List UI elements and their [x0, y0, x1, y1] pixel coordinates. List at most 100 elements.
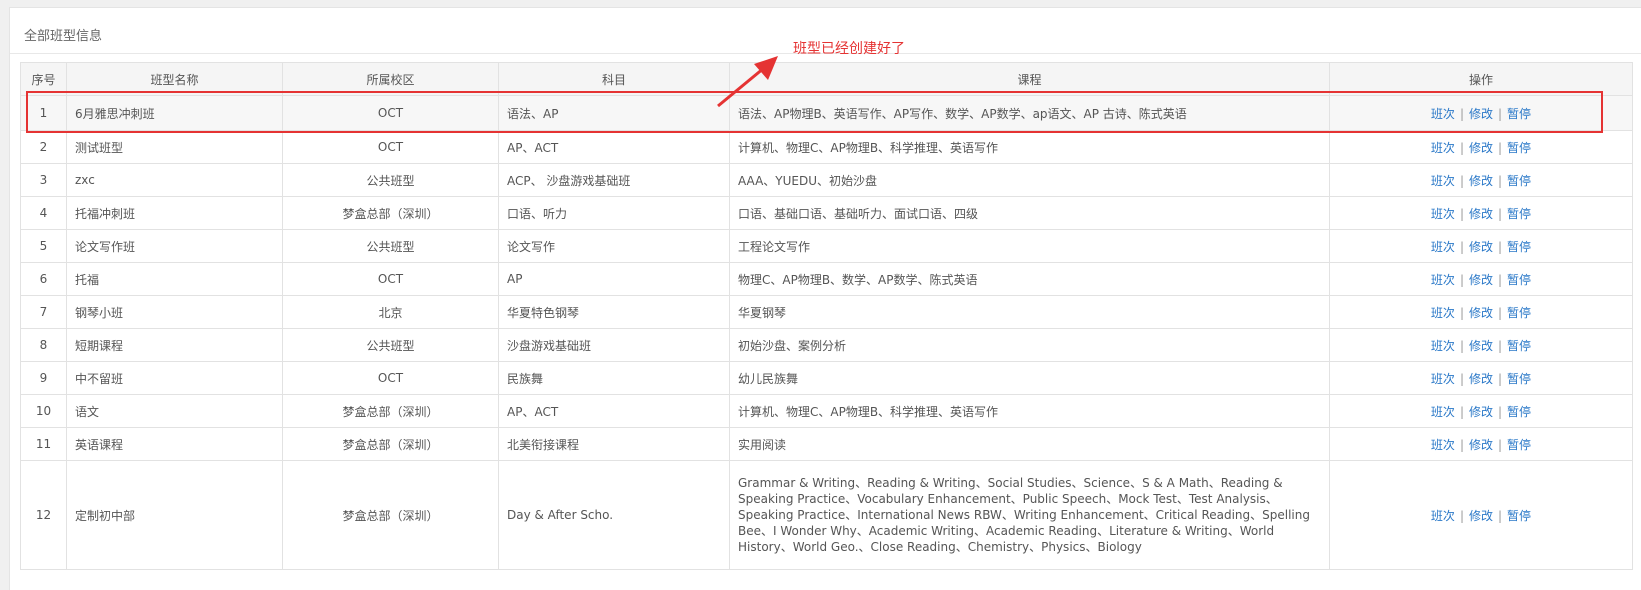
cell-subject: 论文写作: [498, 229, 730, 263]
cell-no: 1: [20, 95, 67, 131]
cell-ops: 班次 | 修改 | 暂停: [1329, 262, 1633, 296]
pause-link[interactable]: 暂停: [1507, 438, 1531, 452]
sessions-link[interactable]: 班次: [1431, 240, 1455, 254]
class-type-table: 序号 班型名称 所属校区 科目 课程 操作 1 6月雅思冲刺班 OCT 语法、AP 语法…: [20, 62, 1633, 570]
op-separator: |: [1498, 106, 1503, 121]
edit-link[interactable]: 修改: [1469, 273, 1493, 287]
edit-link[interactable]: 修改: [1469, 405, 1493, 419]
pause-link[interactable]: 暂停: [1507, 141, 1531, 155]
cell-ops: 班次 | 修改 | 暂停: [1329, 460, 1633, 570]
header-campus: 所属校区: [282, 62, 499, 96]
sessions-link[interactable]: 班次: [1431, 141, 1455, 155]
cell-campus: OCT: [282, 262, 499, 296]
pause-link[interactable]: 暂停: [1507, 207, 1531, 221]
cell-course: 计算机、物理C、AP物理B、科学推理、英语写作: [729, 130, 1330, 164]
table-row: 4 托福冲刺班 梦盒总部（深圳） 口语、听力 口语、基础口语、基础听力、面试口语、四级班…: [20, 196, 1633, 230]
cell-ops: 班次 | 修改 | 暂停: [1329, 295, 1633, 329]
cell-name: 论文写作班: [66, 229, 283, 263]
table-row: 2 测试班型 OCT AP、ACT 计算机、物理C、AP物理B、科学推理、英语写作 班次 |…: [20, 130, 1633, 164]
cell-ops: 班次 | 修改 | 暂停: [1329, 394, 1633, 428]
op-separator: |: [1498, 140, 1503, 155]
cell-name: 6月雅思冲刺班: [66, 95, 283, 131]
cell-ops: 班次 | 修改 | 暂停: [1329, 229, 1633, 263]
cell-subject: 沙盘游戏基础班: [498, 328, 730, 362]
sessions-link[interactable]: 班次: [1431, 273, 1455, 287]
pause-link[interactable]: 暂停: [1507, 405, 1531, 419]
edit-link[interactable]: 修改: [1469, 141, 1493, 155]
op-separator: |: [1498, 404, 1503, 419]
sessions-link[interactable]: 班次: [1431, 405, 1455, 419]
pause-link[interactable]: 暂停: [1507, 509, 1531, 523]
cell-ops: 班次 | 修改 | 暂停: [1329, 196, 1633, 230]
table-row: 12 定制初中部 梦盒总部（深圳） Day & After Scho. Grammar …: [20, 460, 1633, 570]
cell-no: 8: [20, 328, 67, 362]
cell-no: 12: [20, 460, 67, 570]
op-separator: |: [1459, 272, 1464, 287]
cell-campus: 梦盒总部（深圳）: [282, 427, 499, 461]
pause-link[interactable]: 暂停: [1507, 372, 1531, 386]
sessions-link[interactable]: 班次: [1431, 306, 1455, 320]
edit-link[interactable]: 修改: [1469, 207, 1493, 221]
pause-link[interactable]: 暂停: [1507, 240, 1531, 254]
table-body: 1 6月雅思冲刺班 OCT 语法、AP 语法、AP物理B、英语写作、AP写作、数学、AP…: [20, 95, 1633, 570]
cell-ops: 班次 | 修改 | 暂停: [1329, 163, 1633, 197]
op-separator: |: [1459, 338, 1464, 353]
cell-subject: AP、ACT: [498, 130, 730, 164]
op-separator: |: [1459, 404, 1464, 419]
op-separator: |: [1498, 272, 1503, 287]
pause-link[interactable]: 暂停: [1507, 107, 1531, 121]
edit-link[interactable]: 修改: [1469, 107, 1493, 121]
table-header-row: 序号 班型名称 所属校区 科目 课程 操作: [20, 62, 1633, 96]
pause-link[interactable]: 暂停: [1507, 273, 1531, 287]
edit-link[interactable]: 修改: [1469, 339, 1493, 353]
cell-subject: 华夏特色钢琴: [498, 295, 730, 329]
sessions-link[interactable]: 班次: [1431, 438, 1455, 452]
table-row: 3 zxc 公共班型 ACP、 沙盘游戏基础班 AAA、YUEDU、初始沙盘 班次 | 修改 |…: [20, 163, 1633, 197]
cell-subject: 语法、AP: [498, 95, 730, 131]
op-separator: |: [1459, 371, 1464, 386]
cell-campus: 梦盒总部（深圳）: [282, 196, 499, 230]
cell-name: 语文: [66, 394, 283, 428]
sessions-link[interactable]: 班次: [1431, 207, 1455, 221]
op-separator: |: [1459, 173, 1464, 188]
edit-link[interactable]: 修改: [1469, 240, 1493, 254]
cell-campus: 北京: [282, 295, 499, 329]
op-separator: |: [1459, 106, 1464, 121]
cell-subject: 民族舞: [498, 361, 730, 395]
op-separator: |: [1498, 338, 1503, 353]
panel-title: 全部班型信息: [24, 29, 103, 44]
header-subject: 科目: [498, 62, 730, 96]
pause-link[interactable]: 暂停: [1507, 174, 1531, 188]
pause-link[interactable]: 暂停: [1507, 306, 1531, 320]
cell-name: 托福冲刺班: [66, 196, 283, 230]
cell-ops: 班次 | 修改 | 暂停: [1329, 130, 1633, 164]
op-separator: |: [1498, 206, 1503, 221]
edit-link[interactable]: 修改: [1469, 306, 1493, 320]
table-row: 7 钢琴小班 北京 华夏特色钢琴 华夏钢琴 班次 | 修改 | 暂停: [20, 295, 1633, 329]
sessions-link[interactable]: 班次: [1431, 107, 1455, 121]
edit-link[interactable]: 修改: [1469, 372, 1493, 386]
table-row: 9 中不留班 OCT 民族舞 幼儿民族舞 班次 | 修改 | 暂停: [20, 361, 1633, 395]
pause-link[interactable]: 暂停: [1507, 339, 1531, 353]
cell-campus: OCT: [282, 361, 499, 395]
cell-no: 7: [20, 295, 67, 329]
table-row: 11 英语课程 梦盒总部（深圳） 北美衔接课程 实用阅读 班次 | 修改 | 暂停: [20, 427, 1633, 461]
op-separator: |: [1459, 437, 1464, 452]
cell-campus: 梦盒总部（深圳）: [282, 460, 499, 570]
edit-link[interactable]: 修改: [1469, 174, 1493, 188]
table-row: 10 语文 梦盒总部（深圳） AP、ACT 计算机、物理C、AP物理B、科学推理、英语写…: [20, 394, 1633, 428]
cell-name: 托福: [66, 262, 283, 296]
cell-no: 9: [20, 361, 67, 395]
header-course: 课程: [729, 62, 1330, 96]
cell-course: 初始沙盘、案例分析: [729, 328, 1330, 362]
edit-link[interactable]: 修改: [1469, 509, 1493, 523]
op-separator: |: [1498, 437, 1503, 452]
sessions-link[interactable]: 班次: [1431, 372, 1455, 386]
sessions-link[interactable]: 班次: [1431, 339, 1455, 353]
edit-link[interactable]: 修改: [1469, 438, 1493, 452]
table-row: 6 托福 OCT AP 物理C、AP物理B、数学、AP数学、陈式英语 班次 | 修改 | 暂停: [20, 262, 1633, 296]
op-separator: |: [1459, 508, 1464, 523]
sessions-link[interactable]: 班次: [1431, 509, 1455, 523]
sessions-link[interactable]: 班次: [1431, 174, 1455, 188]
cell-no: 6: [20, 262, 67, 296]
